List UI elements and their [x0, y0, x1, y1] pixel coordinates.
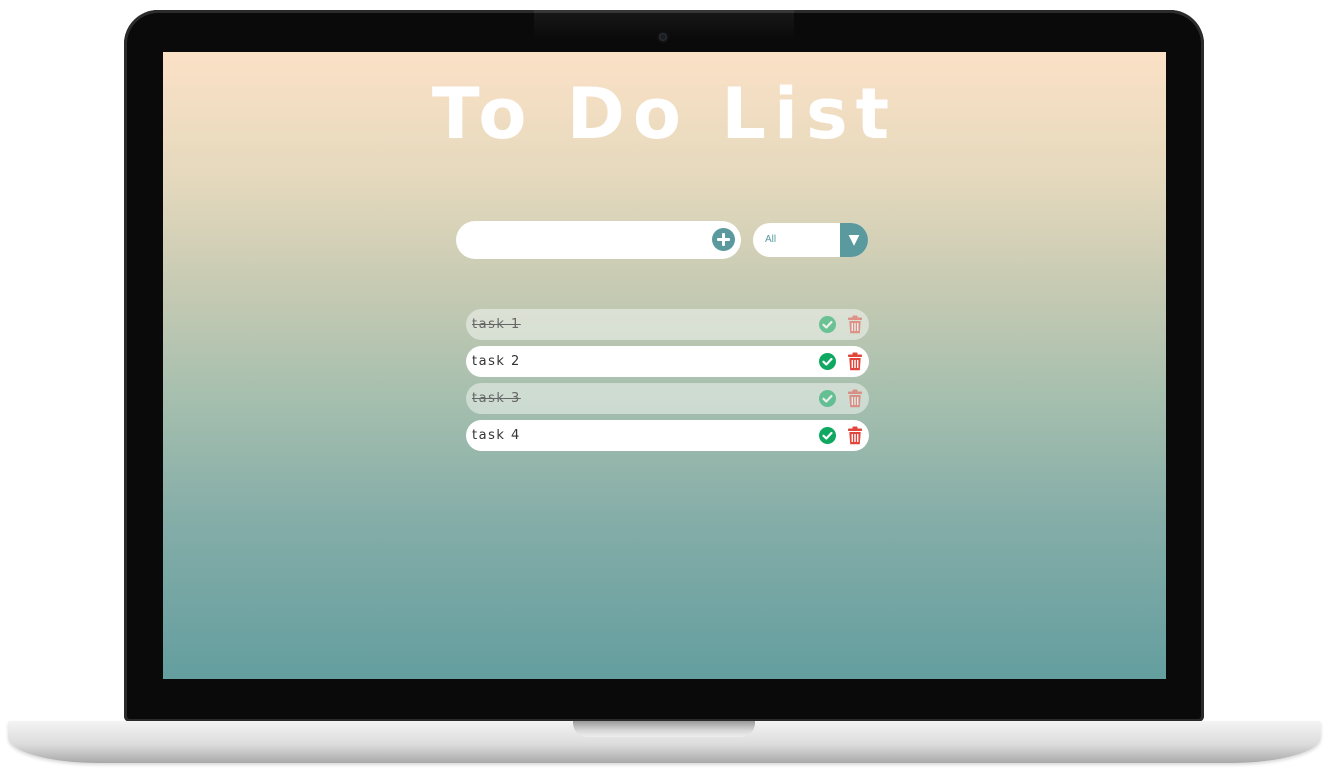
delete-task-button[interactable]	[848, 352, 862, 371]
delete-task-button[interactable]	[848, 389, 862, 408]
check-circle-icon	[819, 427, 836, 444]
check-circle-icon	[819, 353, 836, 370]
add-task-button[interactable]	[712, 228, 735, 251]
todo-item: task 1	[466, 309, 869, 340]
complete-task-button[interactable]	[819, 316, 836, 333]
todo-item: task 3	[466, 383, 869, 414]
complete-task-button[interactable]	[819, 353, 836, 370]
trash-icon	[848, 352, 862, 371]
app-screen: To Do List All ▼ task 1 task 2 task 3 task …	[163, 52, 1166, 679]
check-circle-icon	[819, 390, 836, 407]
delete-task-button[interactable]	[848, 315, 862, 334]
camera-icon	[659, 33, 667, 41]
todo-item: task 4	[466, 420, 869, 451]
todo-item-label: task 3	[472, 391, 521, 406]
filter-dropdown[interactable]: All ▼	[753, 223, 868, 257]
page-title: To Do List	[431, 73, 898, 155]
todo-list: task 1 task 2 task 3 task 4	[466, 309, 869, 457]
laptop-frame: To Do List All ▼ task 1 task 2 task 3 task …	[124, 10, 1204, 722]
triangle-down-icon: ▼	[840, 223, 868, 257]
trash-icon	[848, 426, 862, 445]
laptop-base	[8, 721, 1321, 763]
trash-icon	[848, 389, 862, 408]
filter-selected-value: All	[765, 234, 777, 245]
trash-icon	[848, 315, 862, 334]
check-circle-icon	[819, 316, 836, 333]
todo-item-label: task 4	[472, 428, 521, 443]
plus-circle-icon	[712, 228, 735, 251]
task-input[interactable]	[470, 221, 704, 261]
delete-task-button[interactable]	[848, 426, 862, 445]
complete-task-button[interactable]	[819, 390, 836, 407]
todo-item-label: task 2	[472, 354, 521, 369]
complete-task-button[interactable]	[819, 427, 836, 444]
add-task-form	[456, 221, 741, 261]
laptop-base-notch	[573, 721, 755, 737]
todo-item-label: task 1	[472, 317, 521, 332]
todo-item: task 2	[466, 346, 869, 377]
